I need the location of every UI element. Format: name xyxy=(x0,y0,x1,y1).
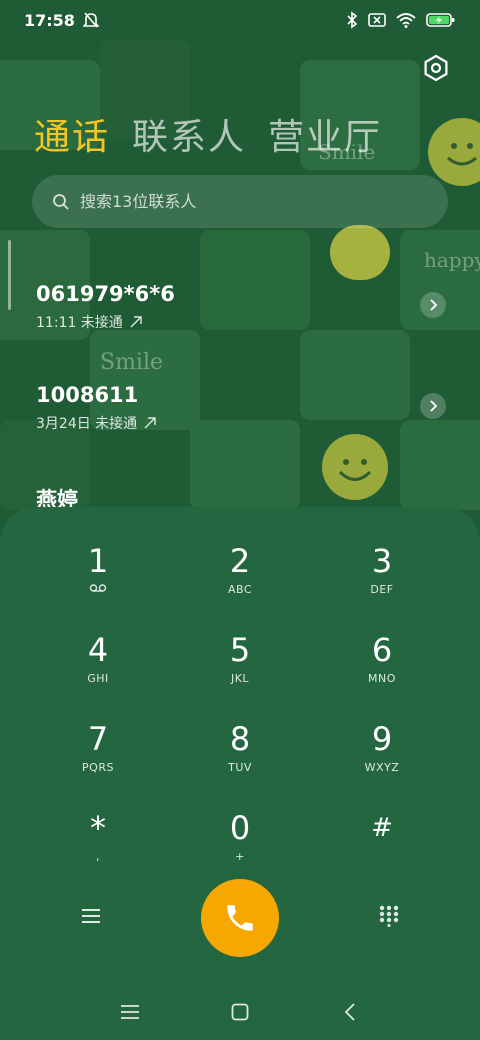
search-input[interactable] xyxy=(80,192,410,211)
dial-letters: + xyxy=(235,850,245,863)
scroll-indicator xyxy=(8,240,11,310)
outgoing-call-arrow-icon xyxy=(130,316,142,328)
dial-key-4[interactable]: 4 GHI xyxy=(43,632,153,704)
status-bar: 17:58 xyxy=(0,0,480,40)
menu-lines-icon xyxy=(121,1004,139,1019)
call-detail-button[interactable] xyxy=(420,393,446,419)
keypad-grid-icon xyxy=(379,905,399,927)
dial-digit: 9 xyxy=(371,720,393,758)
settings-button[interactable] xyxy=(422,54,450,82)
dial-key-0[interactable]: 0 + xyxy=(185,810,295,882)
call-detail-button[interactable] xyxy=(420,292,446,318)
dial-letters: GHI xyxy=(87,672,109,685)
dial-key-3[interactable]: 3 DEF xyxy=(327,543,437,615)
battery-charging-icon xyxy=(426,13,455,27)
dial-digit: 2 xyxy=(229,542,251,580)
dial-key-5[interactable]: 5 JKL xyxy=(185,632,295,704)
dial-key-1[interactable]: 1 xyxy=(43,543,153,615)
call-button[interactable] xyxy=(201,879,279,957)
back-button[interactable] xyxy=(335,997,365,1027)
call-number: 1008611 xyxy=(36,383,139,407)
outgoing-call-arrow-icon xyxy=(144,417,156,429)
menu-button[interactable] xyxy=(71,896,111,936)
dial-digit: 6 xyxy=(371,631,393,669)
bluetooth-icon xyxy=(347,11,358,29)
dial-letters: PQRS xyxy=(82,761,114,774)
call-meta: 3月24日 未接通 xyxy=(36,413,446,433)
call-meta-text: 3月24日 未接通 xyxy=(36,416,138,432)
dial-letters: , xyxy=(96,850,100,863)
dial-key-star[interactable]: * , xyxy=(43,810,153,882)
dial-digit: 4 xyxy=(87,631,109,669)
home-button[interactable] xyxy=(225,997,255,1027)
sim-off-icon xyxy=(368,13,386,27)
dial-key-2[interactable]: 2 ABC xyxy=(185,543,295,615)
dial-key-7[interactable]: 7 PQRS xyxy=(43,721,153,793)
menu-lines-icon xyxy=(82,909,100,923)
wifi-icon xyxy=(396,13,416,28)
call-log-item[interactable]: 1008611 3月24日 未接通 xyxy=(36,383,446,433)
call-number: 061979*6*6 xyxy=(36,282,175,306)
dial-key-hash[interactable]: # xyxy=(327,810,437,882)
dial-digit: # xyxy=(371,813,393,843)
dial-letters: DEF xyxy=(370,583,394,596)
home-square-icon xyxy=(231,1003,249,1020)
dial-key-9[interactable]: 9 WXYZ xyxy=(327,721,437,793)
dial-key-8[interactable]: 8 TUV xyxy=(185,721,295,793)
dial-digit: * xyxy=(90,809,106,847)
tab-bar: 通话 联系人 营业厅 xyxy=(34,108,382,160)
call-meta-text: 11:11 未接通 xyxy=(36,315,123,331)
phone-handset-icon xyxy=(227,905,253,931)
call-meta: 11:11 未接通 xyxy=(36,312,446,332)
wallpaper-text: Smile xyxy=(100,350,164,375)
hexagon-settings-icon xyxy=(424,54,448,82)
voicemail-icon xyxy=(89,584,107,592)
dial-letters: MNO xyxy=(368,672,396,685)
search-icon xyxy=(53,193,69,210)
back-chevron-icon xyxy=(344,1002,355,1021)
dial-letters: TUV xyxy=(228,761,252,774)
wallpaper-text: happy xyxy=(424,248,480,272)
system-navigation-bar xyxy=(0,983,480,1040)
chevron-right-icon xyxy=(430,299,438,311)
dial-letters: ABC xyxy=(227,583,253,596)
dial-digit: 0 xyxy=(229,809,251,847)
call-log-item[interactable]: 061979*6*6 11:11 未接通 xyxy=(36,282,446,332)
tab-contacts[interactable]: 联系人 xyxy=(132,108,246,160)
tab-service-hall[interactable]: 营业厅 xyxy=(268,108,382,160)
dial-digit: 7 xyxy=(87,720,109,758)
mute-notification-icon xyxy=(82,12,99,28)
toggle-keypad-button[interactable] xyxy=(369,896,409,936)
dialpad-panel: 1 2 ABC 3 DEF 4 GHI 5 JKL 6 MNO 7 PQRS 8… xyxy=(0,507,480,1040)
tab-calls[interactable]: 通话 xyxy=(34,108,110,160)
dial-letters: WXYZ xyxy=(364,761,400,774)
status-time: 17:58 xyxy=(24,10,75,30)
dial-digit: 8 xyxy=(229,720,251,758)
recent-apps-button[interactable] xyxy=(115,997,145,1027)
dial-digit: 1 xyxy=(87,542,109,580)
chevron-right-icon xyxy=(430,400,438,412)
dial-digit: 3 xyxy=(371,542,393,580)
dial-digit: 5 xyxy=(229,631,251,669)
dial-key-6[interactable]: 6 MNO xyxy=(327,632,437,704)
dial-letters: JKL xyxy=(230,672,250,685)
search-bar[interactable] xyxy=(32,175,448,228)
